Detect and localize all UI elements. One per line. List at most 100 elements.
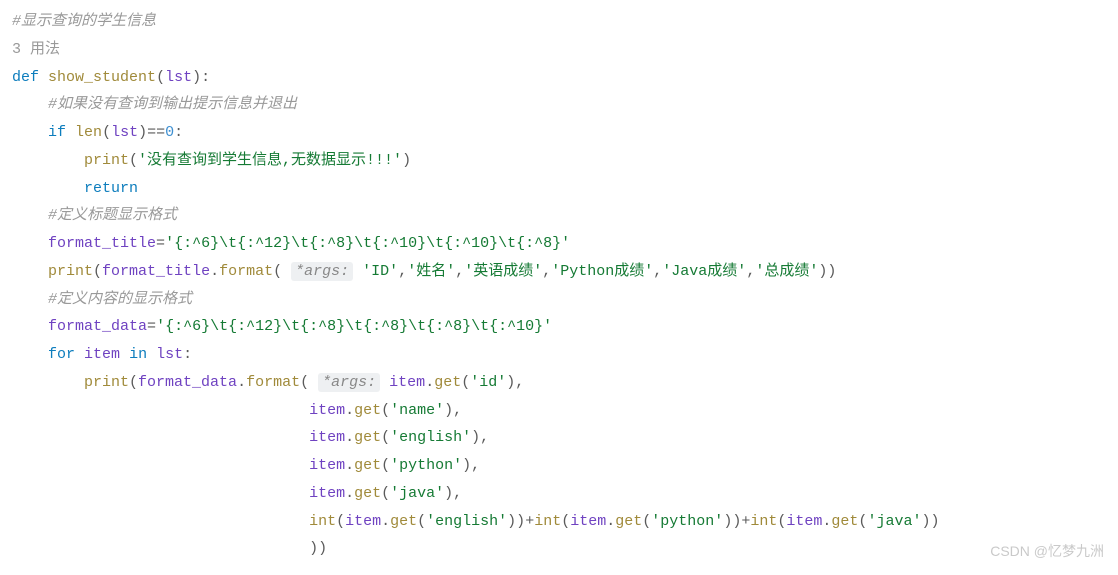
comment-text: #定义标题显示格式	[48, 207, 177, 224]
identifier: format_title	[102, 263, 210, 280]
operator: ==	[147, 124, 165, 141]
method: format	[219, 263, 273, 280]
paren: (	[561, 513, 570, 530]
paren: (	[300, 374, 309, 391]
identifier: lst	[111, 124, 138, 141]
builtin: int	[309, 513, 336, 530]
paren: (	[642, 513, 651, 530]
paren: (	[129, 374, 138, 391]
code-line: print('没有查询到学生信息,无数据显示!!!')	[12, 147, 1106, 175]
code-line: item.get('name'),	[12, 397, 1106, 425]
comma: ,	[471, 457, 480, 474]
paren: )	[138, 124, 147, 141]
string: '总成绩'	[755, 263, 818, 280]
paren: (	[93, 263, 102, 280]
paren: )	[402, 152, 411, 169]
comma: ,	[746, 263, 755, 280]
code-line: #如果没有查询到输出提示信息并退出	[12, 91, 1106, 119]
string: '英语成绩'	[464, 263, 542, 280]
identifier: item	[309, 485, 345, 502]
code-line: format_title='{:^6}\t{:^12}\t{:^8}\t{:^1…	[12, 230, 1106, 258]
keyword: if	[48, 124, 66, 141]
paren: (	[129, 152, 138, 169]
colon: :	[201, 69, 210, 86]
method: get	[390, 513, 417, 530]
method: get	[354, 402, 381, 419]
dot: .	[345, 457, 354, 474]
identifier: format_data	[48, 318, 147, 335]
method: get	[831, 513, 858, 530]
code-line: def show_student(lst):	[12, 64, 1106, 92]
dot: .	[345, 429, 354, 446]
comma: ,	[453, 402, 462, 419]
comma: ,	[515, 374, 524, 391]
identifier: item	[84, 346, 120, 363]
identifier: item	[786, 513, 822, 530]
paren: )	[444, 485, 453, 502]
code-line: format_data='{:^6}\t{:^12}\t{:^8}\t{:^8}…	[12, 313, 1106, 341]
paren: )	[192, 69, 201, 86]
identifier: item	[389, 374, 425, 391]
paren: (	[156, 69, 165, 86]
code-line: print(format_data.format( *args: item.ge…	[12, 369, 1106, 397]
paren: ))	[309, 540, 327, 557]
keyword: for	[48, 346, 75, 363]
dot: .	[425, 374, 434, 391]
keyword: def	[12, 69, 39, 86]
method: format	[246, 374, 300, 391]
paren: (	[381, 429, 390, 446]
identifier: item	[309, 429, 345, 446]
comment-text: #定义内容的显示格式	[48, 291, 192, 308]
code-block: #显示查询的学生信息 3 用法 def show_student(lst): #…	[12, 8, 1106, 563]
code-line: for item in lst:	[12, 341, 1106, 369]
comma: ,	[542, 263, 551, 280]
string: 'english'	[390, 429, 471, 446]
dot: .	[381, 513, 390, 530]
code-line: 3 用法	[12, 36, 1106, 64]
string: 'python'	[651, 513, 723, 530]
operator: =	[156, 235, 165, 252]
method: get	[354, 485, 381, 502]
identifier: item	[570, 513, 606, 530]
code-line: if len(lst)==0:	[12, 119, 1106, 147]
method: get	[615, 513, 642, 530]
paren: )	[462, 457, 471, 474]
string: '没有查询到学生信息,无数据显示!!!'	[138, 152, 402, 169]
number: 0	[165, 124, 174, 141]
method: get	[434, 374, 461, 391]
builtin: print	[48, 263, 93, 280]
code-line: item.get('java'),	[12, 480, 1106, 508]
comma: ,	[453, 485, 462, 502]
paren: (	[381, 485, 390, 502]
string: 'java'	[867, 513, 921, 530]
operator: =	[147, 318, 156, 335]
paren: (	[381, 402, 390, 419]
function-name: show_student	[48, 69, 156, 86]
code-line: item.get('english'),	[12, 424, 1106, 452]
code-line: ))	[12, 535, 1106, 563]
identifier: item	[309, 402, 345, 419]
code-line: item.get('python'),	[12, 452, 1106, 480]
colon: :	[174, 124, 183, 141]
identifier: format_title	[48, 235, 156, 252]
comment-text: #显示查询的学生信息	[12, 13, 156, 30]
builtin: print	[84, 374, 129, 391]
paren: )	[506, 374, 515, 391]
paren: )	[444, 402, 453, 419]
paren: (	[336, 513, 345, 530]
dot: .	[345, 402, 354, 419]
paren: ))	[507, 513, 525, 530]
builtin: len	[75, 124, 102, 141]
string: 'english'	[426, 513, 507, 530]
string: '{:^6}\t{:^12}\t{:^8}\t{:^8}\t{:^8}\t{:^…	[156, 318, 552, 335]
comma: ,	[455, 263, 464, 280]
method: get	[354, 429, 381, 446]
string: '姓名'	[407, 263, 455, 280]
paren: (	[273, 263, 282, 280]
string: 'java'	[390, 485, 444, 502]
colon: :	[183, 346, 192, 363]
identifier: lst	[156, 346, 183, 363]
string: 'Java成绩'	[662, 263, 746, 280]
string: 'ID'	[362, 263, 398, 280]
string: 'python'	[390, 457, 462, 474]
